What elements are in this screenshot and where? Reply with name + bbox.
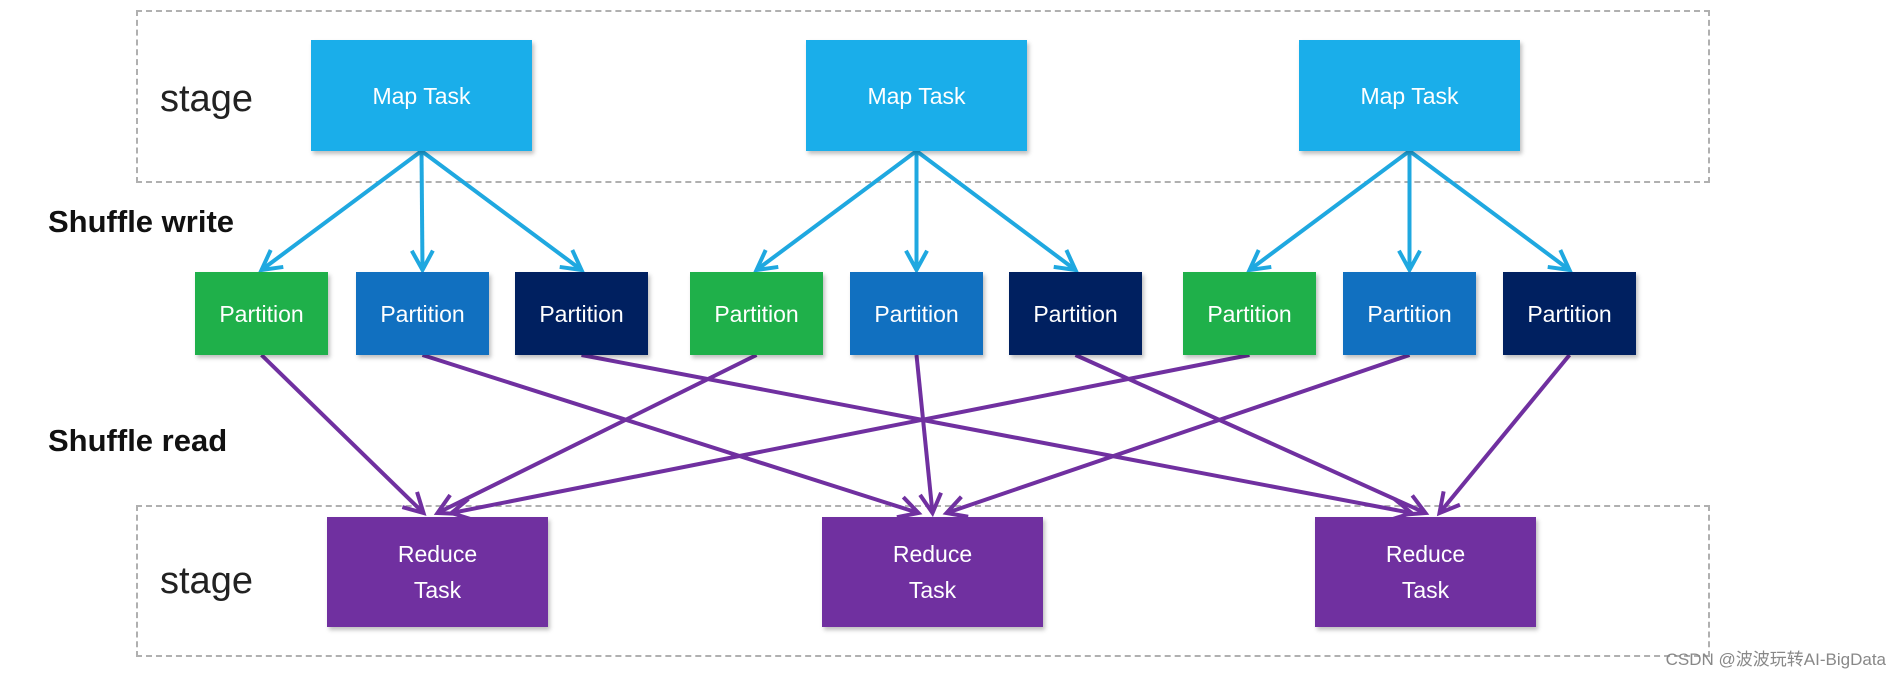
partition-3: Partition <box>515 272 648 355</box>
write-arrow-6 <box>915 149 1079 273</box>
map-task-1-label: Map Task <box>372 82 471 109</box>
write-arrow-8 <box>1397 151 1422 275</box>
partition-9: Partition <box>1503 272 1636 355</box>
read-arrow-4 <box>433 353 758 516</box>
read-arrow-7 <box>447 353 1250 522</box>
map-task-2: Map Task <box>806 40 1027 151</box>
partition-7: Partition <box>1183 272 1316 355</box>
partition-8-label: Partition <box>1367 300 1452 327</box>
stage-label-top: stage <box>160 78 253 120</box>
partition-4-label: Partition <box>714 300 799 327</box>
watermark: CSDN @波波玩转AI-BigData <box>1665 650 1886 669</box>
reduce-task-3: Reduce Task <box>1315 517 1536 627</box>
shuffle-write-label: Shuffle write <box>48 204 235 239</box>
stage-label-bottom: stage <box>160 560 253 602</box>
partition-2: Partition <box>356 272 489 355</box>
partition-5: Partition <box>850 272 983 355</box>
read-arrow-9 <box>1436 353 1572 517</box>
write-arrow-5 <box>904 151 929 275</box>
write-arrow-9 <box>1408 149 1573 273</box>
reduce-task-1: Reduce Task <box>327 517 548 627</box>
partition-1-label: Partition <box>219 300 304 327</box>
write-arrow-3 <box>420 149 585 273</box>
map-task-3-label: Map Task <box>1360 82 1459 109</box>
partition-4: Partition <box>690 272 823 355</box>
partition-9-label: Partition <box>1527 300 1612 327</box>
partition-7-label: Partition <box>1207 300 1292 327</box>
shuffle-read-label: Shuffle read <box>48 423 228 458</box>
partition-3-label: Partition <box>539 300 624 327</box>
map-task-1: Map Task <box>311 40 532 151</box>
read-arrow-1 <box>260 353 427 516</box>
write-arrow-7 <box>1246 149 1411 273</box>
map-task-2-label: Map Task <box>867 82 966 109</box>
read-arrow-5 <box>914 354 943 518</box>
partition-6-label: Partition <box>1033 300 1118 327</box>
reduce-task-2: Reduce Task <box>822 517 1043 627</box>
write-arrow-1 <box>258 149 423 273</box>
partition-5-label: Partition <box>874 300 959 327</box>
write-arrow-2 <box>410 150 435 275</box>
partition-2-label: Partition <box>380 300 465 327</box>
partition-8: Partition <box>1343 272 1476 355</box>
reduce-task-3-label: Reduce Task <box>1385 541 1466 603</box>
partition-6: Partition <box>1009 272 1142 355</box>
reduce-task-1-label: Reduce Task <box>397 541 478 603</box>
partition-1: Partition <box>195 272 328 355</box>
reduce-task-2-label: Reduce Task <box>892 541 973 603</box>
map-task-3: Map Task <box>1299 40 1520 151</box>
write-arrow-4 <box>753 149 918 273</box>
